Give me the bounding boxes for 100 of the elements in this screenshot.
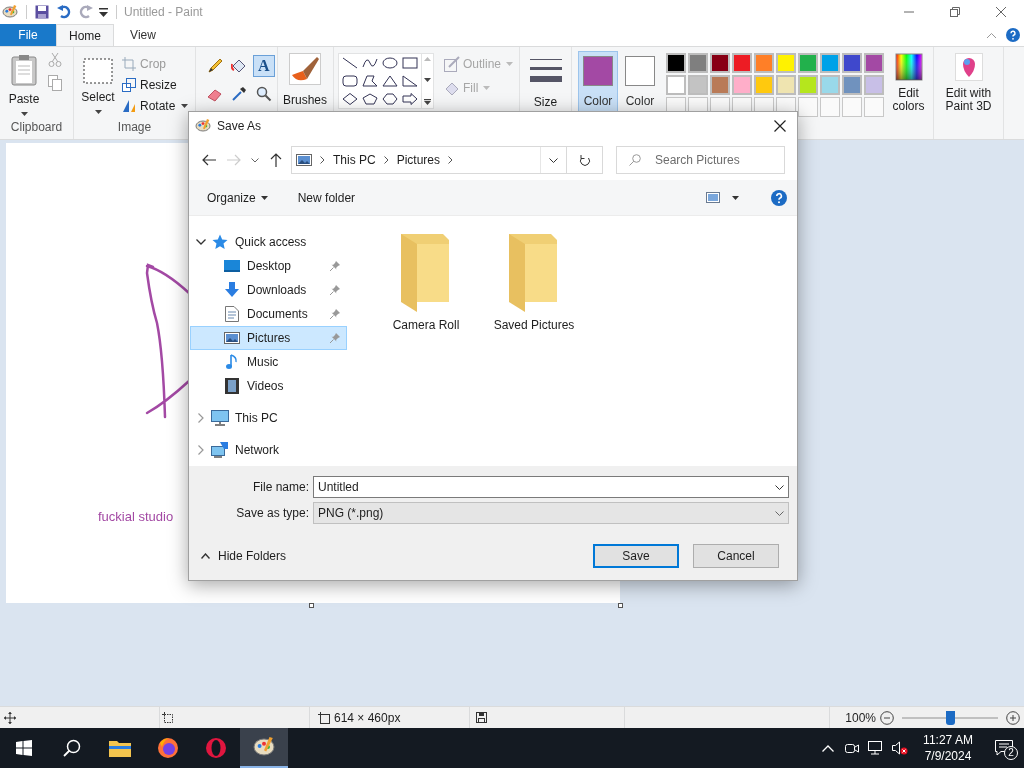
- palette-color[interactable]: [798, 53, 818, 73]
- address-bar[interactable]: This PC Pictures: [291, 146, 567, 174]
- customize-menu-icon[interactable]: [99, 7, 108, 17]
- chevron-down-icon[interactable]: [196, 239, 206, 245]
- zoom-in-button[interactable]: [1006, 710, 1020, 725]
- palette-color[interactable]: [864, 53, 884, 73]
- breadcrumb-chevron-icon[interactable]: [383, 156, 389, 164]
- undo-icon[interactable]: [57, 5, 71, 19]
- chevron-right-icon[interactable]: [198, 445, 204, 455]
- folder-item[interactable]: Camera Roll: [381, 232, 471, 334]
- clock-button[interactable]: 11:27 AM 7/9/2024: [912, 728, 984, 768]
- tree-item[interactable]: Quick access: [190, 230, 347, 254]
- ribbon-tab[interactable]: Home: [56, 24, 114, 46]
- edit-colors-button[interactable]: Edit colors: [884, 47, 934, 139]
- zoom-out-button[interactable]: [880, 710, 894, 725]
- ribbon-tab[interactable]: View: [114, 24, 172, 46]
- breadcrumb-chevron-icon[interactable]: [448, 156, 454, 164]
- tree-item[interactable]: Pictures: [190, 326, 347, 350]
- palette-color[interactable]: [798, 75, 818, 95]
- diamond-icon[interactable]: [342, 93, 358, 105]
- rectangle-icon[interactable]: [402, 57, 418, 69]
- paste-button[interactable]: Paste: [4, 51, 44, 116]
- help-icon[interactable]: [1006, 28, 1020, 42]
- organize-button[interactable]: Organize: [199, 185, 276, 210]
- breadcrumb[interactable]: Pictures: [396, 151, 441, 169]
- palette-color[interactable]: [754, 75, 774, 95]
- palette-color[interactable]: [776, 75, 796, 95]
- palette-color[interactable]: [842, 75, 862, 95]
- hexagon-icon[interactable]: [382, 93, 398, 105]
- palette-color[interactable]: [732, 75, 752, 95]
- tree-item[interactable]: Network: [190, 438, 347, 462]
- new-folder-button[interactable]: New folder: [285, 185, 368, 210]
- text-tool[interactable]: A: [252, 55, 275, 77]
- palette-color[interactable]: [688, 53, 708, 73]
- folder-item[interactable]: Saved Pictures: [489, 232, 579, 334]
- cancel-button[interactable]: Cancel: [693, 544, 779, 568]
- tree-item[interactable]: Music: [190, 350, 347, 374]
- color-selector[interactable]: Color: [620, 51, 660, 139]
- scroll-down-icon[interactable]: [424, 78, 431, 82]
- recent-locations-button[interactable]: [249, 157, 261, 163]
- tree-item[interactable]: Desktop: [190, 254, 347, 278]
- tree-item[interactable]: Documents: [190, 302, 347, 326]
- rounded-rectangle-icon[interactable]: [342, 75, 358, 87]
- palette-color[interactable]: [732, 53, 752, 73]
- dialog-title: Save As: [217, 118, 262, 135]
- collapse-ribbon-icon[interactable]: [987, 32, 996, 38]
- search-field[interactable]: Search Pictures: [616, 146, 785, 174]
- palette-color[interactable]: [776, 53, 796, 73]
- resize-button[interactable]: Resize: [122, 76, 189, 94]
- polygon-icon[interactable]: [362, 75, 378, 87]
- custom-color-slot[interactable]: [798, 97, 818, 117]
- palette-color[interactable]: [842, 53, 862, 73]
- custom-color-slot[interactable]: [842, 97, 862, 117]
- palette-color[interactable]: [710, 75, 730, 95]
- help-button[interactable]: [771, 189, 787, 206]
- pentagon-icon[interactable]: [362, 93, 378, 105]
- save-type-dropdown[interactable]: PNG (*.png): [313, 502, 789, 524]
- zoom-slider[interactable]: [902, 709, 998, 726]
- curve-icon[interactable]: [362, 57, 378, 69]
- more-shapes-icon[interactable]: [424, 99, 431, 105]
- custom-color-slot[interactable]: [864, 97, 884, 117]
- right-arrow-icon[interactable]: [402, 93, 418, 105]
- palette-color[interactable]: [710, 53, 730, 73]
- custom-color-slot[interactable]: [820, 97, 840, 117]
- tree-item[interactable]: This PC: [190, 406, 347, 430]
- slider-thumb[interactable]: [946, 710, 955, 725]
- breadcrumb-chevron-icon[interactable]: [320, 156, 325, 164]
- tree-item[interactable]: Downloads: [190, 278, 347, 302]
- chevron-right-icon[interactable]: [198, 413, 204, 423]
- triangle-icon[interactable]: [382, 75, 398, 87]
- select-button[interactable]: Select: [78, 51, 118, 114]
- ribbon-tab[interactable]: File: [0, 24, 56, 46]
- rotate-button[interactable]: Rotate: [122, 97, 189, 115]
- edit-with-paint-3d-button[interactable]: Edit with Paint 3D: [934, 47, 1004, 139]
- dropdown-chevron-icon[interactable]: [549, 157, 558, 163]
- palette-color[interactable]: [688, 75, 708, 95]
- line-icon[interactable]: [342, 57, 358, 69]
- oval-icon[interactable]: [382, 57, 398, 69]
- paint-palette-icon: [253, 736, 275, 758]
- taskbar-app-button[interactable]: [240, 728, 288, 768]
- file-name-field[interactable]: Untitled: [313, 476, 789, 498]
- hide-folders-button[interactable]: Hide Folders: [201, 547, 287, 565]
- tree-item[interactable]: Videos: [190, 374, 347, 398]
- palette-color[interactable]: [864, 75, 884, 95]
- dropdown-chevron-icon[interactable]: [775, 485, 784, 490]
- refresh-button[interactable]: [567, 146, 603, 174]
- resize-handle[interactable]: [309, 603, 314, 608]
- palette-color[interactable]: [666, 75, 686, 95]
- palette-color[interactable]: [666, 53, 686, 73]
- right-triangle-icon[interactable]: [402, 75, 418, 87]
- notifications-button[interactable]: 2: [984, 728, 1024, 768]
- breadcrumb[interactable]: This PC: [333, 151, 376, 169]
- save-button[interactable]: Save: [593, 544, 679, 568]
- size-button[interactable]: Size: [524, 51, 567, 111]
- resize-handle[interactable]: [618, 603, 623, 608]
- palette-color[interactable]: [820, 75, 840, 95]
- palette-color[interactable]: [820, 53, 840, 73]
- palette-color[interactable]: [754, 53, 774, 73]
- caret-icon: [506, 62, 514, 66]
- save-icon[interactable]: [35, 5, 49, 19]
